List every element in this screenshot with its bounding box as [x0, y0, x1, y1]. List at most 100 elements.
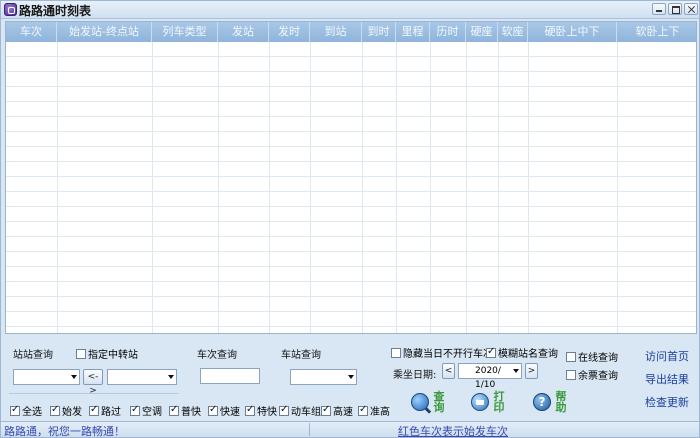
filter-quasi-high-speed[interactable]: 准高 [358, 403, 390, 418]
column-header-train-no[interactable]: 车次 [6, 22, 57, 42]
filter-label: 高速 [333, 407, 353, 418]
hide-not-running-label: 隐藏当日不开行车次 [403, 349, 493, 360]
transfer-station-checkbox-box[interactable] [76, 348, 86, 359]
status-message: 路路通，祝您一路畅通！ [4, 425, 125, 438]
filter-label: 路过 [101, 407, 121, 418]
filter-high-speed[interactable]: 高速 [321, 403, 353, 418]
chevron-down-icon[interactable] [348, 375, 354, 379]
query-panel: 站站查询 指定中转站 <-> 车次查询 车站查询 隐藏当日不开行车次 ✓ 模糊站… [5, 337, 697, 419]
filter-label: 全选 [22, 407, 42, 418]
home-link[interactable]: 访问首页 [645, 348, 689, 364]
status-legend-link[interactable]: 红色车次表示始发车次 [398, 423, 508, 438]
window-title: 路路通时刻表 [19, 4, 92, 18]
fuzzy-name-label: 模糊站名查询 [498, 349, 558, 360]
online-query-label: 在线查询 [578, 353, 618, 364]
filter-fast[interactable]: 快速 [208, 403, 240, 418]
maximize-button[interactable] [668, 3, 682, 15]
from-station-combo[interactable] [13, 369, 80, 385]
column-header-route[interactable]: 始发站-终点站 [57, 22, 152, 42]
title-bar: 路路通时刻表 [1, 1, 699, 19]
filter-checkbox-box[interactable] [130, 404, 140, 416]
filter-checkbox-box[interactable] [358, 404, 368, 416]
chevron-down-icon[interactable] [513, 369, 519, 373]
minimize-button[interactable] [652, 3, 666, 15]
column-header-arrive-station[interactable]: 到站 [310, 22, 362, 42]
stop-station-combo[interactable] [290, 369, 357, 385]
column-divider [396, 42, 397, 333]
column-header-depart-station[interactable]: 发站 [218, 22, 269, 42]
hide-not-running-checkbox-box[interactable] [391, 347, 401, 358]
filter-checkbox-box[interactable] [50, 404, 60, 416]
filter-originating[interactable]: 始发 [50, 403, 82, 418]
date-picker[interactable]: 2020/ 1/10 [458, 363, 522, 390]
filter-ordinary-express[interactable]: 普快 [169, 403, 201, 418]
status-bar: 路路通，祝您一路畅通！ 红色车次表示始发车次 [1, 421, 699, 438]
app-logo-icon [4, 3, 17, 16]
filter-checkbox-box[interactable] [321, 404, 331, 416]
help-button[interactable]: ? 帮助 [533, 391, 567, 413]
column-header-arrive-time[interactable]: 到时 [362, 22, 396, 42]
filter-checkbox-box[interactable] [89, 404, 99, 416]
filter-label: 动车组 [291, 407, 321, 418]
column-header-distance[interactable]: 里程 [396, 22, 430, 42]
filter-checkbox-box[interactable] [10, 404, 20, 416]
chevron-down-icon[interactable] [168, 375, 174, 379]
online-query-checkbox-box[interactable] [566, 351, 576, 362]
column-divider [528, 42, 529, 333]
to-station-combo[interactable] [107, 369, 177, 385]
column-divider [218, 42, 219, 333]
search-icon [411, 393, 429, 411]
hide-not-running-checkbox[interactable]: 隐藏当日不开行车次 [391, 345, 493, 360]
transfer-station-checkbox-label: 指定中转站 [88, 350, 138, 361]
filter-emu[interactable]: 动车组 [279, 403, 321, 418]
grid-body[interactable] [6, 42, 696, 333]
remaining-ticket-checkbox-box[interactable] [566, 369, 576, 380]
help-icon: ? [533, 393, 551, 411]
column-header-soft-sleeper[interactable]: 软卧上下 [617, 22, 696, 42]
fuzzy-name-checkbox[interactable]: 模糊站名查询 [486, 345, 558, 360]
date-value: 2020/ 1/10 [475, 366, 501, 390]
column-header-duration[interactable]: 历时 [430, 22, 466, 42]
filter-passing[interactable]: 路过 [89, 403, 121, 418]
app-window: 路路通时刻表 车次 始发站-终点站 列车类型 发站 发时 到站 到时 里程 历时… [0, 0, 700, 438]
close-button[interactable] [684, 3, 698, 15]
filter-air-conditioned[interactable]: 空调 [130, 403, 162, 418]
train-number-input[interactable] [200, 368, 260, 384]
column-header-depart-time[interactable]: 发时 [269, 22, 310, 42]
grid-header: 车次 始发站-终点站 列车类型 发站 发时 到站 到时 里程 历时 硬座 软座 … [6, 22, 696, 42]
filter-checkbox-box[interactable] [279, 404, 289, 416]
column-header-hard-sleeper[interactable]: 硬卧上中下 [528, 22, 617, 42]
transfer-station-checkbox[interactable]: 指定中转站 [76, 346, 138, 361]
train-query-label: 车次查询 [197, 350, 237, 361]
column-divider [152, 42, 153, 333]
column-divider [466, 42, 467, 333]
stop-query-label: 车站查询 [281, 350, 321, 361]
query-button[interactable]: 查询 [411, 391, 445, 413]
column-header-train-type[interactable]: 列车类型 [152, 22, 218, 42]
filter-select-all[interactable]: 全选 [10, 403, 42, 418]
print-button[interactable]: 打印 [471, 391, 505, 413]
filter-checkbox-box[interactable] [245, 404, 255, 416]
column-header-hard-seat[interactable]: 硬座 [466, 22, 498, 42]
remaining-ticket-checkbox[interactable]: 余票查询 [566, 367, 618, 382]
column-divider [310, 42, 311, 333]
filter-checkbox-box[interactable] [208, 404, 218, 416]
swap-stations-button[interactable]: <-> [83, 369, 103, 396]
online-query-checkbox[interactable]: 在线查询 [566, 349, 618, 364]
chevron-down-icon[interactable] [71, 375, 77, 379]
prev-date-button[interactable]: < [442, 363, 455, 379]
filter-checkbox-box[interactable] [169, 404, 179, 416]
column-divider [617, 42, 618, 333]
next-date-button[interactable]: > [525, 363, 538, 379]
filter-label: 特快 [257, 407, 277, 418]
column-divider [430, 42, 431, 333]
column-header-soft-seat[interactable]: 软座 [498, 22, 528, 42]
fuzzy-name-checkbox-box[interactable] [486, 346, 496, 358]
timetable-grid[interactable]: 车次 始发站-终点站 列车类型 发站 发时 到站 到时 里程 历时 硬座 软座 … [5, 21, 697, 334]
update-link[interactable]: 检查更新 [645, 394, 689, 410]
filter-label: 准高 [370, 407, 390, 418]
column-divider [498, 42, 499, 333]
export-link[interactable]: 导出结果 [645, 371, 689, 387]
filter-label: 始发 [62, 407, 82, 418]
filter-express[interactable]: 特快 [245, 403, 277, 418]
